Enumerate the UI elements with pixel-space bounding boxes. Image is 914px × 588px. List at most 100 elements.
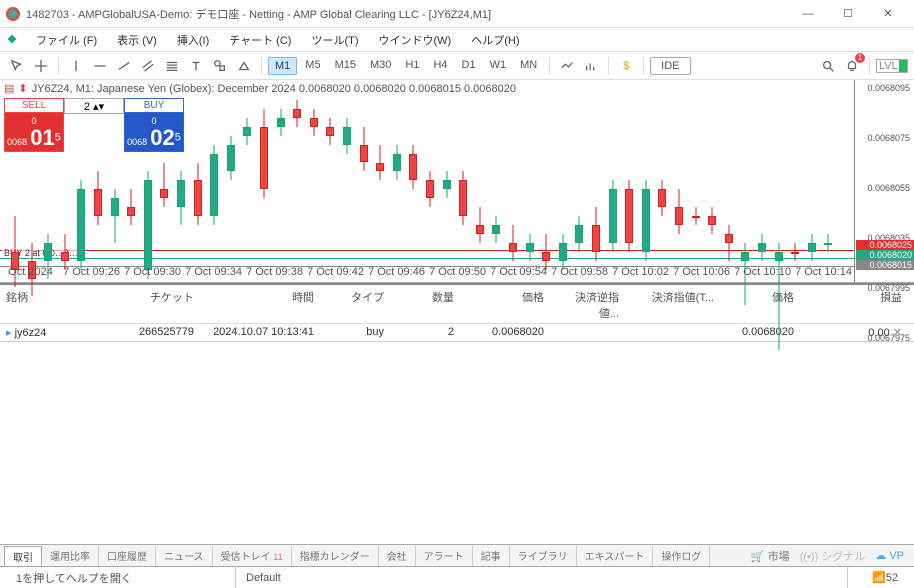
signal-link[interactable]: ((•)) シグナル [800, 548, 866, 564]
price-tick: 0.0067995 [867, 283, 910, 293]
search-icon[interactable] [817, 55, 839, 77]
trendline-tool[interactable] [113, 55, 135, 77]
timeframe-M5[interactable]: M5 [299, 57, 326, 75]
menu-item[interactable]: ヘルプ(H) [461, 30, 529, 50]
time-tick: 7 Oct 09:42 [305, 266, 366, 282]
menu-item[interactable]: 表示 (V) [107, 30, 167, 50]
position-row[interactable]: ▸ jy6z24 266525779 2024.10.07 10:13:41 b… [0, 324, 914, 342]
time-axis: Oct 20247 Oct 09:267 Oct 09:307 Oct 09:3… [0, 266, 854, 282]
time-tick: 7 Oct 09:50 [427, 266, 488, 282]
tab-6[interactable]: 会社 [379, 546, 416, 566]
channel-tool[interactable] [137, 55, 159, 77]
text-tool[interactable] [185, 55, 207, 77]
indicator-linechart-icon[interactable] [556, 55, 578, 77]
timeframe-H4[interactable]: H4 [427, 57, 453, 75]
menubar: ❖ ファイル (F)表示 (V)挿入(I)チャート (C)ツール(T)ウインドウ… [0, 28, 914, 52]
price-marker: 0.0068015 [856, 260, 914, 270]
tab-10[interactable]: エキスパート [577, 546, 654, 566]
candlestick-series [0, 100, 854, 264]
menu-item[interactable]: ツール(T) [301, 30, 368, 50]
bell-icon[interactable] [841, 55, 863, 77]
menu-item[interactable]: 挿入(I) [167, 30, 219, 50]
market-link[interactable]: 🛒 市場 [751, 548, 790, 564]
chart-area[interactable]: ▤ ⬍ JY6Z24, M1: Japanese Yen (Globex): D… [0, 80, 914, 283]
col-symbol[interactable]: 銘柄 [0, 289, 105, 321]
indicator-barchart-icon[interactable] [580, 55, 602, 77]
tab-1[interactable]: 運用比率 [42, 546, 99, 566]
app-icon [6, 7, 20, 21]
toolbar: M1M5M15M30H1H4D1W1MN $ IDE LVL [0, 52, 914, 80]
menu-item[interactable]: ファイル (F) [26, 30, 107, 50]
time-tick: 7 Oct 09:34 [183, 266, 244, 282]
close-button[interactable]: ✕ [868, 2, 908, 26]
timeframe-H1[interactable]: H1 [399, 57, 425, 75]
maximize-button[interactable]: ☐ [828, 2, 868, 26]
price-tick: 0.0068055 [867, 183, 910, 193]
time-tick: 7 Oct 10:06 [671, 266, 732, 282]
status-profile[interactable]: Default [236, 567, 848, 588]
time-tick: 7 Oct 09:38 [244, 266, 305, 282]
vline-tool[interactable] [65, 55, 87, 77]
tab-8[interactable]: 記事 [473, 546, 510, 566]
new-order-icon[interactable]: $ [615, 55, 637, 77]
tab-11[interactable]: 操作ログ [653, 546, 710, 566]
price-tick: 0.0067975 [867, 333, 910, 343]
titlebar: 1482703 - AMPGlobalUSA-Demo: デモ口座 - Nett… [0, 0, 914, 28]
ide-button[interactable]: IDE [650, 57, 690, 75]
col-type[interactable]: タイプ [320, 289, 390, 321]
price-marker: 0.0068025 [856, 240, 914, 250]
col-sl[interactable]: 決済逆指値... [550, 289, 625, 321]
chart-header: ▤ ⬍ JY6Z24, M1: Japanese Yen (Globex): D… [4, 82, 516, 95]
terminal-blank-area [0, 341, 914, 544]
tab-4[interactable]: 受信トレイ 11 [213, 546, 292, 566]
col-price2[interactable]: 価格 [720, 289, 800, 321]
fibo-tool[interactable] [161, 55, 183, 77]
col-volume[interactable]: 数量 [390, 289, 460, 321]
price-tick: 0.0068075 [867, 133, 910, 143]
col-time[interactable]: 時間 [200, 289, 320, 321]
col-pl[interactable]: 損益 [800, 289, 914, 321]
terminal-tabs: 取引運用比率口座履歴ニュース受信トレイ 11指標カレンダー会社アラート記事ライブ… [0, 544, 914, 566]
timeframe-D1[interactable]: D1 [456, 57, 482, 75]
chart-symbol-info: JY6Z24, M1: Japanese Yen (Globex): Decem… [32, 83, 516, 95]
col-price[interactable]: 価格 [460, 289, 550, 321]
status-bar: 1を押してヘルプを開く Default 📶 52 [0, 566, 914, 588]
cursor-tool[interactable] [6, 55, 28, 77]
price-axis: 0.00680950.00680750.00680550.00680350.00… [854, 80, 914, 282]
tab-2[interactable]: 口座履歴 [99, 546, 156, 566]
menu-item[interactable]: ウインドウ(W) [369, 30, 462, 50]
window-title: 1482703 - AMPGlobalUSA-Demo: デモ口座 - Nett… [26, 6, 788, 22]
shapes-tool[interactable] [209, 55, 231, 77]
tab-5[interactable]: 指標カレンダー [292, 546, 379, 566]
objects-tool[interactable] [233, 55, 255, 77]
timeframe-W1[interactable]: W1 [484, 57, 513, 75]
time-tick: 7 Oct 10:02 [610, 266, 671, 282]
app-menu-icon[interactable]: ❖ [4, 32, 20, 48]
time-tick: 7 Oct 09:54 [488, 266, 549, 282]
time-tick: 7 Oct 09:58 [549, 266, 610, 282]
minimize-button[interactable]: — [788, 2, 828, 26]
time-tick: 7 Oct 10:14 [793, 266, 854, 282]
col-ticket[interactable]: チケット [105, 289, 200, 321]
timeframe-MN[interactable]: MN [514, 57, 543, 75]
tab-3[interactable]: ニュース [156, 546, 213, 566]
tab-0[interactable]: 取引 [4, 546, 42, 567]
status-help: 1を押してヘルプを開く [6, 567, 236, 588]
menu-item[interactable]: チャート (C) [219, 30, 301, 50]
terminal-panel: 銘柄 チケット 時間 タイプ 数量 価格 決済逆指値... 決済指値(T... … [0, 283, 914, 341]
time-tick: 7 Oct 10:10 [732, 266, 793, 282]
hline-tool[interactable] [89, 55, 111, 77]
chart-bar-icon: ⬍ [18, 82, 27, 95]
chart-doc-icon: ▤ [4, 82, 14, 95]
crosshair-tool[interactable] [30, 55, 52, 77]
price-marker: 0.0068020 [856, 250, 914, 260]
tab-9[interactable]: ライブラリ [510, 546, 577, 566]
tab-7[interactable]: アラート [416, 546, 473, 566]
col-tp[interactable]: 決済指値(T... [625, 289, 720, 321]
terminal-header-row: 銘柄 チケット 時間 タイプ 数量 価格 決済逆指値... 決済指値(T... … [0, 285, 914, 324]
timeframe-M1[interactable]: M1 [268, 57, 297, 75]
vps-link[interactable]: ☁ VP [875, 549, 904, 562]
price-tick: 0.0068095 [867, 83, 910, 93]
timeframe-M15[interactable]: M15 [329, 57, 362, 75]
timeframe-M30[interactable]: M30 [364, 57, 397, 75]
